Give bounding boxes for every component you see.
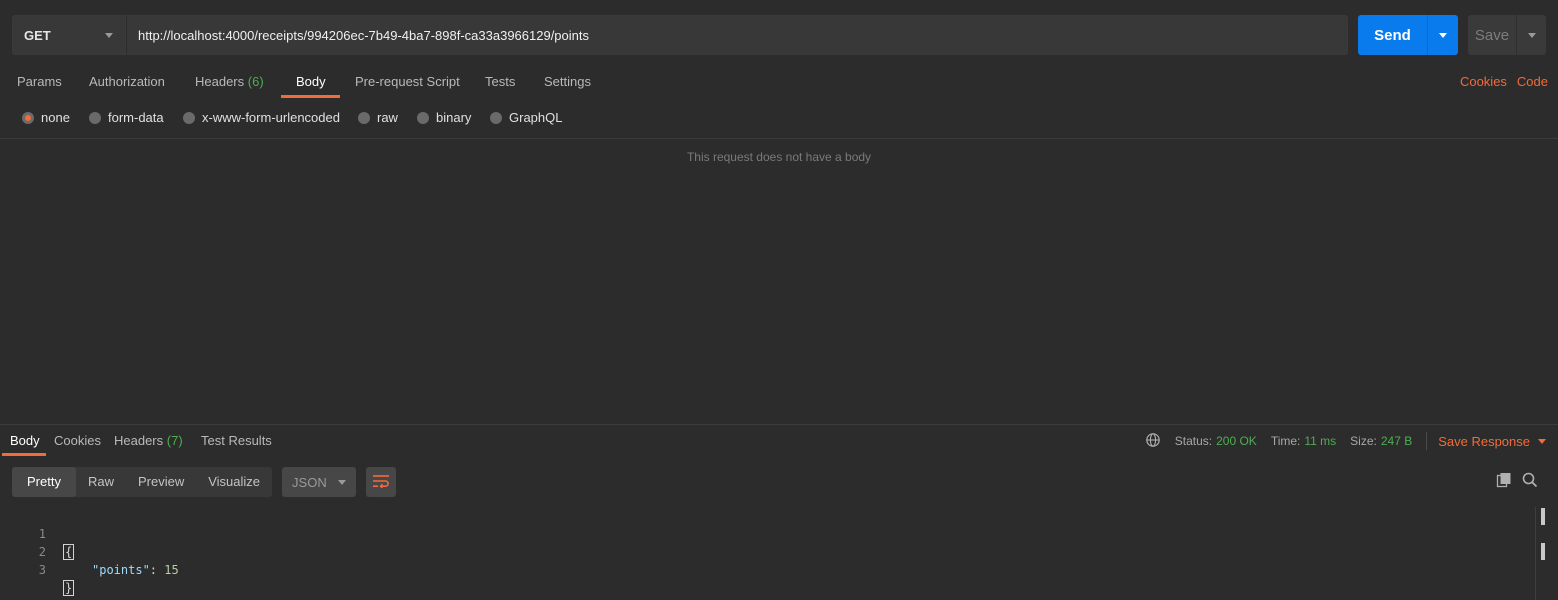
code-text: {	[63, 543, 75, 561]
json-key: "points"	[92, 563, 150, 577]
time-label: Time:	[1270, 434, 1301, 448]
json-separator: :	[149, 563, 165, 577]
response-tab-headers-label: Headers	[114, 433, 164, 448]
code-text: "points": 15	[92, 561, 179, 579]
response-tab-test-results[interactable]: Test Results	[201, 426, 272, 456]
tab-headers[interactable]: Headers (6)	[195, 66, 264, 98]
tab-prerequest-script[interactable]: Pre-request Script	[355, 66, 460, 98]
send-button[interactable]: Send	[1358, 15, 1427, 55]
cookies-link[interactable]: Cookies	[1460, 74, 1507, 89]
save-button[interactable]: Save	[1468, 15, 1516, 55]
code-line: 3 }	[0, 543, 75, 596]
wrap-lines-button[interactable]	[366, 467, 397, 497]
save-response-button[interactable]: Save Response	[1438, 434, 1546, 449]
format-label: JSON	[292, 474, 327, 490]
response-tab-cookies[interactable]: Cookies	[54, 426, 101, 456]
chevron-down-icon	[105, 32, 113, 38]
divider	[0, 138, 1558, 139]
line-number: 3	[38, 563, 46, 577]
radio-none[interactable]: none	[22, 110, 70, 125]
radio-label: raw	[377, 110, 398, 125]
radio-icon	[183, 111, 195, 124]
scrollbar-track[interactable]	[1535, 507, 1536, 600]
chevron-down-icon	[1527, 32, 1536, 38]
time-value[interactable]: 11 ms	[1304, 434, 1336, 448]
radio-label: none	[41, 110, 70, 125]
brace-close: }	[63, 580, 75, 596]
scrollbar-marker[interactable]	[1541, 543, 1545, 560]
request-tabs: Params Authorization Headers (6) Body Pr…	[0, 66, 1558, 98]
radio-label: GraphQL	[509, 110, 563, 125]
view-mode-preview[interactable]: Preview	[126, 467, 196, 497]
view-mode-raw[interactable]: Raw	[76, 467, 126, 497]
response-status: Status: 200 OK Time: 11 ms Size: 247 B S…	[1145, 426, 1546, 456]
status-label: Status:	[1174, 434, 1213, 448]
line-number: 1	[38, 527, 46, 541]
radio-binary[interactable]: binary	[417, 110, 471, 125]
chevron-down-icon	[338, 479, 347, 485]
send-options-button[interactable]	[1427, 15, 1458, 55]
tab-tests[interactable]: Tests	[485, 66, 515, 98]
code-line: 2 "points": 15	[0, 525, 179, 577]
search-icon[interactable]	[1522, 472, 1538, 491]
empty-body-message: This request does not have a body	[686, 150, 872, 164]
response-divider[interactable]	[0, 424, 1558, 425]
url-input[interactable]	[126, 15, 1348, 55]
tab-authorization[interactable]: Authorization	[89, 66, 165, 98]
radio-graphql[interactable]: GraphQL	[490, 110, 562, 125]
radio-icon	[89, 111, 101, 124]
view-mode-pretty[interactable]: Pretty	[12, 467, 76, 497]
method-label: GET	[24, 27, 51, 43]
radio-selected-icon	[22, 111, 34, 124]
active-tab-indicator	[281, 95, 340, 98]
view-mode-group: Pretty Raw Preview Visualize	[12, 467, 273, 497]
line-number: 2	[38, 545, 46, 559]
tab-params[interactable]: Params	[17, 66, 62, 98]
radio-icon	[358, 111, 370, 124]
globe-icon[interactable]	[1145, 432, 1161, 451]
radio-label: x-www-form-urlencoded	[202, 110, 340, 125]
viewer-tools	[1496, 472, 1538, 491]
method-select[interactable]: GET	[12, 15, 126, 55]
response-headers-count-badge: (7)	[166, 433, 183, 448]
tab-body[interactable]: Body	[296, 66, 326, 98]
json-value: 15	[164, 563, 179, 577]
tab-headers-label: Headers	[195, 74, 245, 89]
response-tab-headers[interactable]: Headers (7)	[114, 426, 183, 456]
scrollbar-marker[interactable]	[1541, 508, 1545, 525]
view-mode-visualize[interactable]: Visualize	[196, 467, 272, 497]
chevron-down-icon	[1439, 32, 1447, 38]
copy-icon[interactable]	[1496, 472, 1512, 491]
save-options-button[interactable]	[1516, 15, 1546, 55]
radio-icon	[490, 111, 502, 124]
request-bar: GET Send Save	[12, 15, 1546, 55]
format-select[interactable]: JSON	[282, 467, 357, 497]
divider	[1426, 432, 1428, 450]
code-text: }	[63, 579, 75, 597]
radio-label: binary	[436, 110, 472, 125]
wrap-lines-icon	[372, 474, 390, 491]
response-tab-body[interactable]: Body	[10, 426, 40, 456]
send-button-group: Send	[1358, 15, 1458, 55]
radio-x-www-form-urlencoded[interactable]: x-www-form-urlencoded	[183, 110, 340, 125]
save-response-label: Save Response	[1438, 433, 1530, 449]
tab-settings[interactable]: Settings	[544, 66, 591, 98]
size-value[interactable]: 247 B	[1381, 434, 1412, 448]
radio-label: form-data	[108, 110, 164, 125]
chevron-down-icon	[1538, 438, 1546, 444]
status-value[interactable]: 200 OK	[1216, 434, 1257, 448]
headers-count-badge: (6)	[247, 74, 264, 89]
save-button-group: Save	[1468, 15, 1546, 55]
response-viewer-toolbar: Pretty Raw Preview Visualize JSON	[12, 467, 397, 497]
code-link[interactable]: Code	[1517, 74, 1548, 89]
size-label: Size:	[1350, 434, 1377, 448]
request-links: Cookies Code	[1460, 74, 1548, 89]
radio-icon	[417, 111, 429, 124]
response-active-tab-indicator	[2, 453, 46, 456]
radio-form-data[interactable]: form-data	[89, 110, 164, 125]
brace-open: {	[63, 544, 75, 560]
radio-raw[interactable]: raw	[358, 110, 398, 125]
code-line: 1 {	[0, 507, 75, 560]
